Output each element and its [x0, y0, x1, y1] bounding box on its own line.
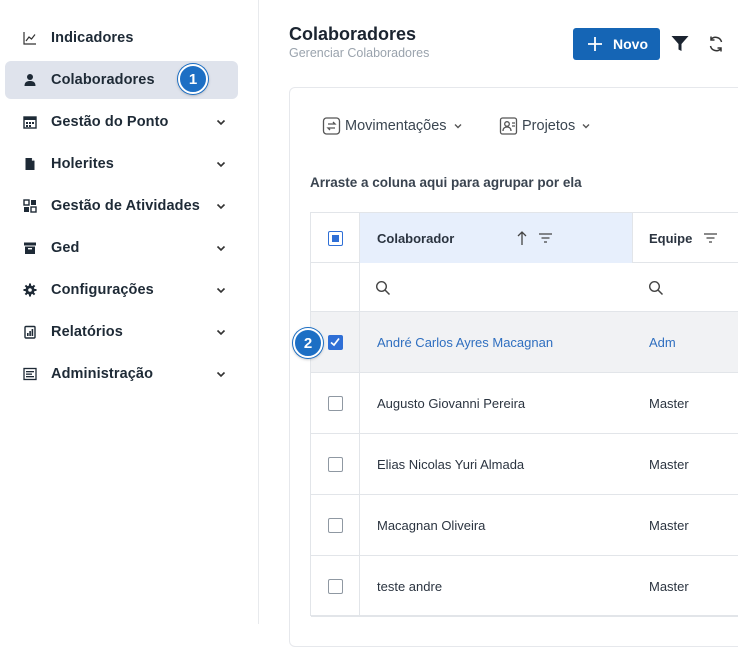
sidebar-item-configuracoes[interactable]: Configurações: [5, 271, 238, 309]
new-button[interactable]: Novo: [573, 28, 660, 60]
projetos-label: Projetos: [522, 118, 576, 134]
search-icon[interactable]: [375, 280, 391, 296]
checkmark-icon: [330, 337, 340, 347]
table-row[interactable]: André Carlos Ayres Macagnan Adm: [311, 312, 738, 373]
sidebar-item-label: Gestão do Ponto: [51, 114, 169, 130]
row-select-cell: [311, 434, 360, 494]
step-badge-2: 2: [293, 328, 323, 358]
sidebar-item-relatorios[interactable]: Relatórios: [5, 313, 238, 351]
plus-icon: [588, 37, 602, 51]
grid-header-row: Colaborador Equipe: [311, 213, 738, 263]
sidebar-item-label: Indicadores: [51, 30, 134, 46]
sort-ascending-icon[interactable]: [516, 230, 528, 246]
row-checkbox[interactable]: [328, 579, 343, 594]
cell-equipe: Master: [649, 457, 689, 472]
report-icon: [24, 325, 36, 339]
sidebar-item-gestao-do-ponto[interactable]: Gestão do Ponto: [5, 103, 238, 141]
document-icon: [25, 158, 35, 170]
new-button-label: Novo: [613, 36, 648, 52]
chevron-down-icon: [216, 203, 226, 210]
movimentacoes-label: Movimentações: [345, 118, 447, 134]
chevron-down-icon: [216, 287, 226, 294]
step-badge-1: 1: [178, 64, 208, 94]
cell-colaborador: Macagnan Oliveira: [377, 518, 486, 533]
movimentacoes-dropdown[interactable]: Movimentações: [322, 115, 463, 137]
select-all-checkbox[interactable]: [328, 231, 343, 246]
sidebar-item-label: Colaboradores: [51, 72, 155, 88]
gear-icon: [23, 283, 37, 297]
cell-equipe: Master: [649, 579, 689, 594]
sidebar-item-label: Holerites: [51, 156, 114, 172]
sidebar: Indicadores Colaboradores Gestão do Pont…: [0, 0, 259, 624]
cell-colaborador: Augusto Giovanni Pereira: [377, 396, 526, 411]
filter-icon[interactable]: [670, 34, 690, 54]
header-select-cell: [311, 213, 360, 263]
cell-colaborador: teste andre: [377, 579, 443, 594]
row-select-cell: [311, 556, 360, 616]
cell-colaborador: André Carlos Ayres Macagnan: [377, 335, 554, 350]
chevron-down-icon: [216, 245, 226, 252]
admin-icon: [23, 367, 37, 381]
column-header-label: Equipe: [649, 231, 693, 246]
column-filter-icon[interactable]: [538, 232, 553, 244]
table-row[interactable]: Augusto Giovanni Pereira Master: [311, 373, 738, 434]
row-checkbox[interactable]: [328, 457, 343, 472]
row-checkbox[interactable]: [328, 396, 343, 411]
row-select-cell: [311, 373, 360, 433]
sidebar-item-gestao-de-atividades[interactable]: Gestão de Atividades: [5, 187, 238, 225]
table-row[interactable]: Macagnan Oliveira Master: [311, 495, 738, 556]
sidebar-item-label: Ged: [51, 240, 80, 256]
grid-icon: [23, 199, 37, 213]
chevron-down-icon: [216, 119, 226, 126]
cell-equipe: Master: [649, 396, 689, 411]
column-header-equipe[interactable]: Equipe: [633, 213, 738, 263]
chevron-down-icon: [582, 124, 590, 129]
sidebar-item-label: Administração: [51, 366, 154, 382]
page-subtitle: Gerenciar Colaboradores: [289, 46, 430, 60]
column-header-colaborador[interactable]: Colaborador: [360, 213, 633, 263]
page-title: Colaboradores: [289, 24, 417, 44]
row-select-cell: [311, 495, 360, 555]
table-row[interactable]: teste andre Master: [311, 556, 738, 617]
row-checkbox[interactable]: [328, 518, 343, 533]
filter-row-spacer: [311, 263, 360, 311]
cell-equipe: Adm: [649, 335, 676, 350]
table-row[interactable]: Elias Nicolas Yuri Almada Master: [311, 434, 738, 495]
chevron-down-icon: [216, 161, 226, 168]
movements-icon: [322, 117, 341, 135]
projects-icon: [499, 117, 518, 135]
sidebar-item-indicadores[interactable]: Indicadores: [5, 19, 238, 57]
user-icon: [24, 74, 36, 86]
chevron-down-icon: [454, 124, 462, 129]
projetos-dropdown[interactable]: Projetos: [499, 115, 591, 137]
grid-filter-row: [311, 263, 738, 312]
cell-equipe: Master: [649, 518, 689, 533]
chevron-down-icon: [216, 329, 226, 336]
sidebar-item-label: Gestão de Atividades: [51, 198, 200, 214]
sidebar-item-ged[interactable]: Ged: [5, 229, 238, 267]
chart-line-icon: [23, 32, 36, 45]
cell-colaborador: Elias Nicolas Yuri Almada: [377, 457, 525, 472]
refresh-icon[interactable]: [707, 35, 725, 53]
calendar-icon: [23, 116, 37, 129]
sidebar-item-label: Configurações: [51, 282, 154, 298]
archive-icon: [24, 242, 36, 254]
chevron-down-icon: [216, 371, 226, 378]
row-checkbox[interactable]: [328, 335, 343, 350]
column-header-label: Colaborador: [377, 231, 455, 246]
sidebar-item-label: Relatórios: [51, 324, 123, 340]
sidebar-item-holerites[interactable]: Holerites: [5, 145, 238, 183]
column-filter-icon[interactable]: [703, 232, 718, 244]
search-icon[interactable]: [648, 280, 664, 296]
sidebar-item-administracao[interactable]: Administração: [5, 355, 238, 393]
group-panel-hint: Arraste a coluna aqui para agrupar por e…: [310, 175, 582, 190]
data-grid: Colaborador Equipe André Carlos Ayres Ma…: [310, 212, 738, 617]
